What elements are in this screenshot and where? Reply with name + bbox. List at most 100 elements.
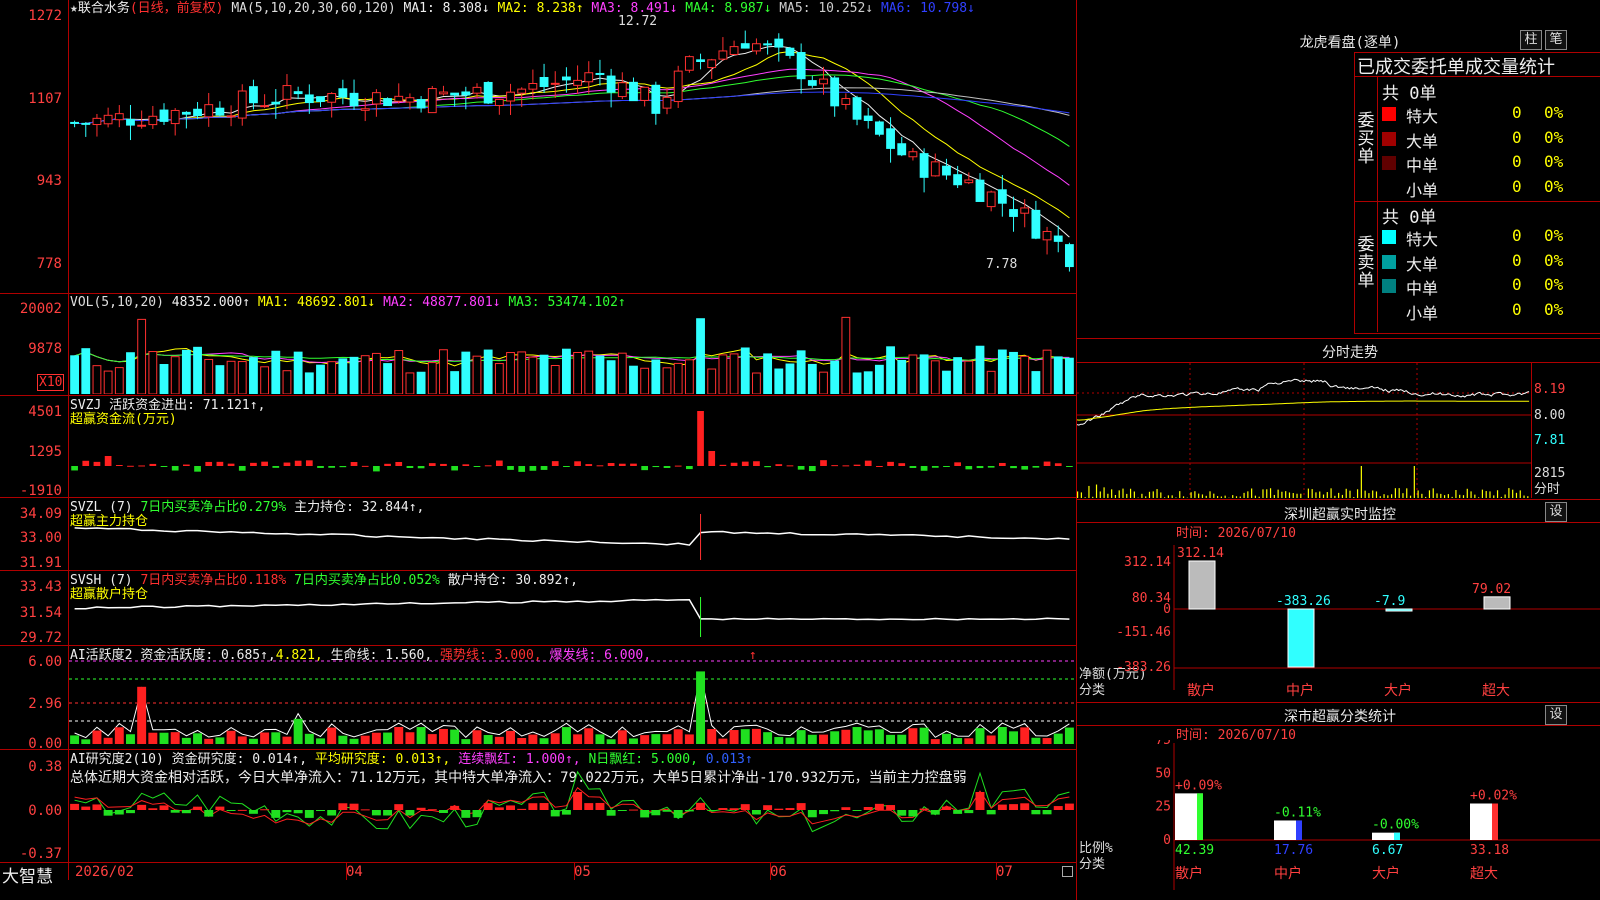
activity-chart[interactable] xyxy=(69,660,1075,748)
classify-category: 中户 xyxy=(1274,865,1302,882)
flow-bar xyxy=(451,466,458,471)
candle-down xyxy=(483,81,493,104)
classify-y-tick: 0 xyxy=(1163,833,1171,848)
intraday-vol-bar xyxy=(1493,495,1495,498)
intraday-price-line xyxy=(1077,378,1530,426)
monitor-title: 深圳超赢实时监控 xyxy=(1284,507,1396,523)
tick-mode-button[interactable]: 笔 xyxy=(1545,30,1567,50)
candle-up xyxy=(394,95,404,102)
retail-holding-chart[interactable] xyxy=(69,573,1075,644)
volume-bar xyxy=(338,358,348,394)
intraday-vol-bar xyxy=(1285,491,1287,498)
intraday-vol-bar xyxy=(1406,488,1408,498)
candle-up xyxy=(282,85,292,100)
intraday-vol-bar xyxy=(1394,488,1396,498)
research-bar xyxy=(193,806,203,810)
intraday-vol-bar xyxy=(1466,488,1468,498)
volume-bar xyxy=(126,352,135,394)
flow-bar xyxy=(473,466,481,467)
candle-up xyxy=(640,86,650,101)
intraday-vol-bar xyxy=(1251,488,1253,498)
main-holding-chart[interactable] xyxy=(69,500,1075,569)
capital-flow-chart[interactable] xyxy=(69,400,1075,496)
volume-chart[interactable] xyxy=(69,306,1075,394)
candle-up xyxy=(204,104,214,118)
activity-bar xyxy=(70,735,80,744)
classify-category: 散户 xyxy=(1175,865,1203,882)
favorite-star-icon[interactable]: ★ xyxy=(70,1,78,16)
monitor-settings-button[interactable]: 设 xyxy=(1545,502,1567,522)
activity-bar xyxy=(260,732,270,744)
flow-bar xyxy=(931,466,939,468)
app-logo-text: 大智慧 xyxy=(2,867,53,887)
intraday-vol-bar xyxy=(1391,494,1393,498)
volume-bar xyxy=(405,372,415,394)
order-color-swatch xyxy=(1382,156,1396,170)
research-bar xyxy=(137,804,147,810)
intraday-vol-bar xyxy=(1239,496,1241,498)
candlestick-chart[interactable] xyxy=(69,18,1075,290)
volume-bar xyxy=(673,362,683,394)
dragon-divider xyxy=(1354,201,1600,202)
monitor-bar-chart[interactable]: 312.1480.340-151.46-383.26312.14散户-383.2… xyxy=(1077,540,1600,700)
activity-bar xyxy=(472,730,482,744)
activity-bar xyxy=(1031,737,1041,744)
order-percent: 0% xyxy=(1544,275,1564,294)
monitor-bar-label: 79.02 xyxy=(1472,582,1511,597)
flow-bar xyxy=(663,466,671,468)
research-bar xyxy=(427,809,437,811)
divider-vol-svzj xyxy=(0,395,1076,396)
flow-bar xyxy=(585,464,593,466)
classify-settings-button[interactable]: 设 xyxy=(1545,705,1567,725)
intraday-vol-bar xyxy=(1428,490,1431,498)
bar-mode-button[interactable]: 柱 xyxy=(1520,30,1542,50)
intraday-chart[interactable] xyxy=(1077,363,1531,498)
research-bar xyxy=(539,803,549,810)
volume-bar xyxy=(908,354,918,394)
intraday-vol-bar xyxy=(1194,491,1196,498)
research-bar xyxy=(751,810,761,815)
flow-bar xyxy=(216,461,224,466)
activity-bar xyxy=(450,729,460,744)
candle-up xyxy=(494,98,504,107)
activity-bar xyxy=(673,729,683,744)
flow-bar xyxy=(1010,466,1017,469)
research-chart[interactable] xyxy=(69,768,1075,860)
flow-bar xyxy=(719,464,727,466)
flow-bar xyxy=(428,463,436,466)
period-mode[interactable]: (日线，前复权) xyxy=(130,1,224,16)
lock-icon[interactable] xyxy=(1062,866,1073,877)
activity-bar xyxy=(651,734,661,744)
volume-bar xyxy=(461,351,471,394)
volume-bar xyxy=(137,318,147,394)
research-bar xyxy=(1064,803,1074,810)
classify-bar-chart[interactable]: 75 50 25 0 +0.09% 42.39 散户 -0.11% 17.76 中户 -0.00% 6… xyxy=(1077,740,1600,900)
ai2-tick-top: 0.38 xyxy=(28,759,62,775)
volume-bar xyxy=(841,316,851,394)
research-bar xyxy=(684,810,694,812)
order-row: 大单 0 0% xyxy=(1382,127,1597,151)
intraday-title: 分时走势 xyxy=(1322,345,1378,361)
activity-bar xyxy=(807,734,817,744)
intraday-vol-bar xyxy=(1080,492,1082,498)
intraday-vol-bar xyxy=(1425,496,1427,498)
activity-bar xyxy=(729,730,739,744)
intraday-vol-bar xyxy=(1478,497,1480,498)
activity-bar xyxy=(617,730,627,744)
intraday-vol-bar xyxy=(1175,497,1177,498)
activity-bar xyxy=(584,728,594,744)
order-count: 0 xyxy=(1512,127,1522,147)
activity-bar xyxy=(975,728,985,744)
order-count: 0 xyxy=(1512,103,1522,122)
candle-up xyxy=(718,50,728,60)
activity-bar xyxy=(1053,733,1063,744)
intraday-vol-bar xyxy=(1201,494,1204,498)
volume-bar xyxy=(528,356,538,394)
candle-down xyxy=(942,165,951,176)
activity-bar xyxy=(427,734,437,744)
volume-bar xyxy=(249,357,258,394)
flow-bar xyxy=(641,466,649,471)
research-bar xyxy=(394,804,404,810)
research-bar xyxy=(282,810,292,813)
candle-down xyxy=(539,77,549,88)
